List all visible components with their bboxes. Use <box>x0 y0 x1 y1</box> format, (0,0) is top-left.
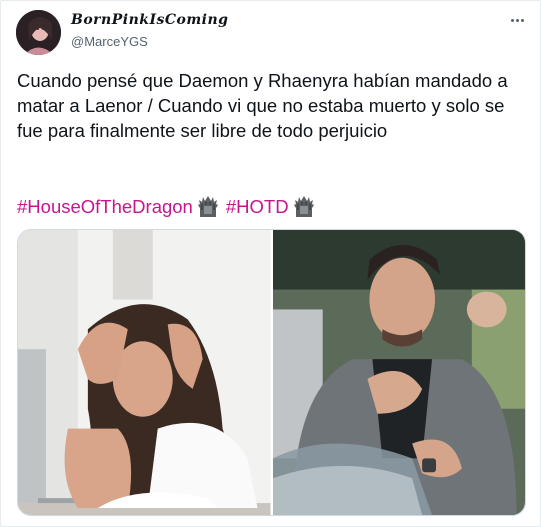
media-image-stressed-woman[interactable] <box>18 230 271 515</box>
throne-icon <box>197 195 218 217</box>
dot <box>515 18 519 22</box>
tweet-card[interactable]: BornPinkIsComing @MarceYGS Cuando pensé … <box>0 0 541 527</box>
display-name[interactable]: BornPinkIsComing <box>71 12 228 28</box>
tweet-text: Cuando pensé que Daemon y Rhaenyra había… <box>17 70 508 141</box>
dot <box>520 18 524 22</box>
more-options-icon[interactable] <box>506 13 528 27</box>
dot <box>510 18 514 22</box>
throne-icon <box>293 195 314 217</box>
hashtag-link-house-of-the-dragon[interactable]: #HouseOfTheDragon <box>17 194 193 219</box>
user-handle[interactable]: @MarceYGS <box>71 34 148 49</box>
avatar[interactable] <box>16 10 61 55</box>
media-image-relieved-man[interactable] <box>272 230 525 515</box>
hashtag-line: #HouseOfTheDragon #HOTD <box>17 194 322 219</box>
media-grid <box>17 229 526 516</box>
hashtag-link-hotd[interactable]: #HOTD <box>226 194 289 219</box>
